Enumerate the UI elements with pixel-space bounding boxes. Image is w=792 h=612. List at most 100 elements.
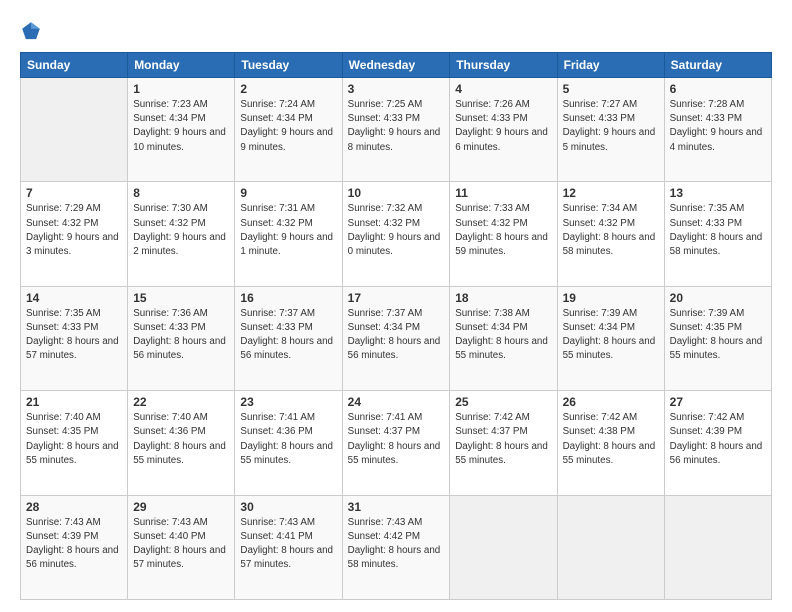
day-number: 18	[455, 291, 551, 305]
calendar-cell: 31 Sunrise: 7:43 AMSunset: 4:42 PMDaylig…	[342, 495, 450, 599]
day-info: Sunrise: 7:25 AMSunset: 4:33 PMDaylight:…	[348, 99, 441, 153]
calendar-cell: 19 Sunrise: 7:39 AMSunset: 4:34 PMDaylig…	[557, 286, 664, 390]
calendar-cell: 1 Sunrise: 7:23 AMSunset: 4:34 PMDayligh…	[128, 78, 235, 182]
calendar-cell: 3 Sunrise: 7:25 AMSunset: 4:33 PMDayligh…	[342, 78, 450, 182]
calendar-cell: 6 Sunrise: 7:28 AMSunset: 4:33 PMDayligh…	[664, 78, 771, 182]
day-number: 11	[455, 186, 551, 200]
day-info: Sunrise: 7:38 AMSunset: 4:34 PMDaylight:…	[455, 308, 548, 362]
day-info: Sunrise: 7:32 AMSunset: 4:32 PMDaylight:…	[348, 203, 441, 257]
day-header-sunday: Sunday	[21, 53, 128, 78]
day-info: Sunrise: 7:29 AMSunset: 4:32 PMDaylight:…	[26, 203, 119, 257]
day-number: 31	[348, 500, 445, 514]
day-info: Sunrise: 7:23 AMSunset: 4:34 PMDaylight:…	[133, 99, 226, 153]
calendar-cell: 17 Sunrise: 7:37 AMSunset: 4:34 PMDaylig…	[342, 286, 450, 390]
day-number: 14	[26, 291, 122, 305]
day-header-thursday: Thursday	[450, 53, 557, 78]
day-info: Sunrise: 7:42 AMSunset: 4:38 PMDaylight:…	[563, 412, 656, 466]
calendar-cell: 2 Sunrise: 7:24 AMSunset: 4:34 PMDayligh…	[235, 78, 342, 182]
calendar-cell: 28 Sunrise: 7:43 AMSunset: 4:39 PMDaylig…	[21, 495, 128, 599]
logo-icon	[20, 20, 42, 42]
calendar-cell: 20 Sunrise: 7:39 AMSunset: 4:35 PMDaylig…	[664, 286, 771, 390]
calendar-cell: 27 Sunrise: 7:42 AMSunset: 4:39 PMDaylig…	[664, 391, 771, 495]
day-info: Sunrise: 7:33 AMSunset: 4:32 PMDaylight:…	[455, 203, 548, 257]
calendar-cell: 21 Sunrise: 7:40 AMSunset: 4:35 PMDaylig…	[21, 391, 128, 495]
calendar-cell	[664, 495, 771, 599]
day-info: Sunrise: 7:42 AMSunset: 4:37 PMDaylight:…	[455, 412, 548, 466]
day-info: Sunrise: 7:42 AMSunset: 4:39 PMDaylight:…	[670, 412, 763, 466]
page-header	[20, 18, 772, 42]
calendar-cell: 16 Sunrise: 7:37 AMSunset: 4:33 PMDaylig…	[235, 286, 342, 390]
day-info: Sunrise: 7:41 AMSunset: 4:36 PMDaylight:…	[240, 412, 333, 466]
calendar-cell: 12 Sunrise: 7:34 AMSunset: 4:32 PMDaylig…	[557, 182, 664, 286]
calendar-cell: 9 Sunrise: 7:31 AMSunset: 4:32 PMDayligh…	[235, 182, 342, 286]
day-header-tuesday: Tuesday	[235, 53, 342, 78]
day-header-saturday: Saturday	[664, 53, 771, 78]
day-info: Sunrise: 7:35 AMSunset: 4:33 PMDaylight:…	[670, 203, 763, 257]
calendar-cell: 26 Sunrise: 7:42 AMSunset: 4:38 PMDaylig…	[557, 391, 664, 495]
day-number: 21	[26, 395, 122, 409]
calendar-cell	[557, 495, 664, 599]
day-number: 3	[348, 82, 445, 96]
day-number: 20	[670, 291, 766, 305]
day-number: 19	[563, 291, 659, 305]
day-info: Sunrise: 7:37 AMSunset: 4:34 PMDaylight:…	[348, 308, 441, 362]
day-number: 27	[670, 395, 766, 409]
day-info: Sunrise: 7:28 AMSunset: 4:33 PMDaylight:…	[670, 99, 763, 153]
day-info: Sunrise: 7:30 AMSunset: 4:32 PMDaylight:…	[133, 203, 226, 257]
day-number: 17	[348, 291, 445, 305]
day-number: 2	[240, 82, 336, 96]
calendar-cell	[21, 78, 128, 182]
day-number: 25	[455, 395, 551, 409]
day-number: 24	[348, 395, 445, 409]
day-info: Sunrise: 7:40 AMSunset: 4:36 PMDaylight:…	[133, 412, 226, 466]
day-info: Sunrise: 7:43 AMSunset: 4:42 PMDaylight:…	[348, 517, 441, 571]
day-info: Sunrise: 7:37 AMSunset: 4:33 PMDaylight:…	[240, 308, 333, 362]
day-info: Sunrise: 7:43 AMSunset: 4:40 PMDaylight:…	[133, 517, 226, 571]
day-number: 10	[348, 186, 445, 200]
day-info: Sunrise: 7:26 AMSunset: 4:33 PMDaylight:…	[455, 99, 548, 153]
calendar-cell: 22 Sunrise: 7:40 AMSunset: 4:36 PMDaylig…	[128, 391, 235, 495]
day-number: 7	[26, 186, 122, 200]
day-number: 5	[563, 82, 659, 96]
day-number: 26	[563, 395, 659, 409]
day-info: Sunrise: 7:36 AMSunset: 4:33 PMDaylight:…	[133, 308, 226, 362]
day-number: 29	[133, 500, 229, 514]
day-info: Sunrise: 7:27 AMSunset: 4:33 PMDaylight:…	[563, 99, 656, 153]
logo	[20, 18, 44, 42]
day-header-monday: Monday	[128, 53, 235, 78]
calendar-cell: 14 Sunrise: 7:35 AMSunset: 4:33 PMDaylig…	[21, 286, 128, 390]
day-number: 30	[240, 500, 336, 514]
day-info: Sunrise: 7:43 AMSunset: 4:41 PMDaylight:…	[240, 517, 333, 571]
day-info: Sunrise: 7:39 AMSunset: 4:35 PMDaylight:…	[670, 308, 763, 362]
day-number: 23	[240, 395, 336, 409]
day-info: Sunrise: 7:43 AMSunset: 4:39 PMDaylight:…	[26, 517, 119, 571]
calendar-cell: 4 Sunrise: 7:26 AMSunset: 4:33 PMDayligh…	[450, 78, 557, 182]
calendar-cell: 29 Sunrise: 7:43 AMSunset: 4:40 PMDaylig…	[128, 495, 235, 599]
day-info: Sunrise: 7:40 AMSunset: 4:35 PMDaylight:…	[26, 412, 119, 466]
day-number: 1	[133, 82, 229, 96]
day-number: 16	[240, 291, 336, 305]
day-number: 12	[563, 186, 659, 200]
calendar-cell: 24 Sunrise: 7:41 AMSunset: 4:37 PMDaylig…	[342, 391, 450, 495]
calendar-cell: 15 Sunrise: 7:36 AMSunset: 4:33 PMDaylig…	[128, 286, 235, 390]
calendar-cell	[450, 495, 557, 599]
calendar-cell: 13 Sunrise: 7:35 AMSunset: 4:33 PMDaylig…	[664, 182, 771, 286]
calendar-cell: 10 Sunrise: 7:32 AMSunset: 4:32 PMDaylig…	[342, 182, 450, 286]
day-header-friday: Friday	[557, 53, 664, 78]
day-number: 8	[133, 186, 229, 200]
calendar-cell: 5 Sunrise: 7:27 AMSunset: 4:33 PMDayligh…	[557, 78, 664, 182]
day-number: 4	[455, 82, 551, 96]
day-number: 6	[670, 82, 766, 96]
day-number: 28	[26, 500, 122, 514]
day-number: 22	[133, 395, 229, 409]
calendar-cell: 30 Sunrise: 7:43 AMSunset: 4:41 PMDaylig…	[235, 495, 342, 599]
day-info: Sunrise: 7:35 AMSunset: 4:33 PMDaylight:…	[26, 308, 119, 362]
day-number: 13	[670, 186, 766, 200]
calendar-cell: 8 Sunrise: 7:30 AMSunset: 4:32 PMDayligh…	[128, 182, 235, 286]
calendar-table: SundayMondayTuesdayWednesdayThursdayFrid…	[20, 52, 772, 600]
day-number: 9	[240, 186, 336, 200]
day-info: Sunrise: 7:31 AMSunset: 4:32 PMDaylight:…	[240, 203, 333, 257]
day-info: Sunrise: 7:39 AMSunset: 4:34 PMDaylight:…	[563, 308, 656, 362]
calendar-cell: 7 Sunrise: 7:29 AMSunset: 4:32 PMDayligh…	[21, 182, 128, 286]
day-info: Sunrise: 7:34 AMSunset: 4:32 PMDaylight:…	[563, 203, 656, 257]
